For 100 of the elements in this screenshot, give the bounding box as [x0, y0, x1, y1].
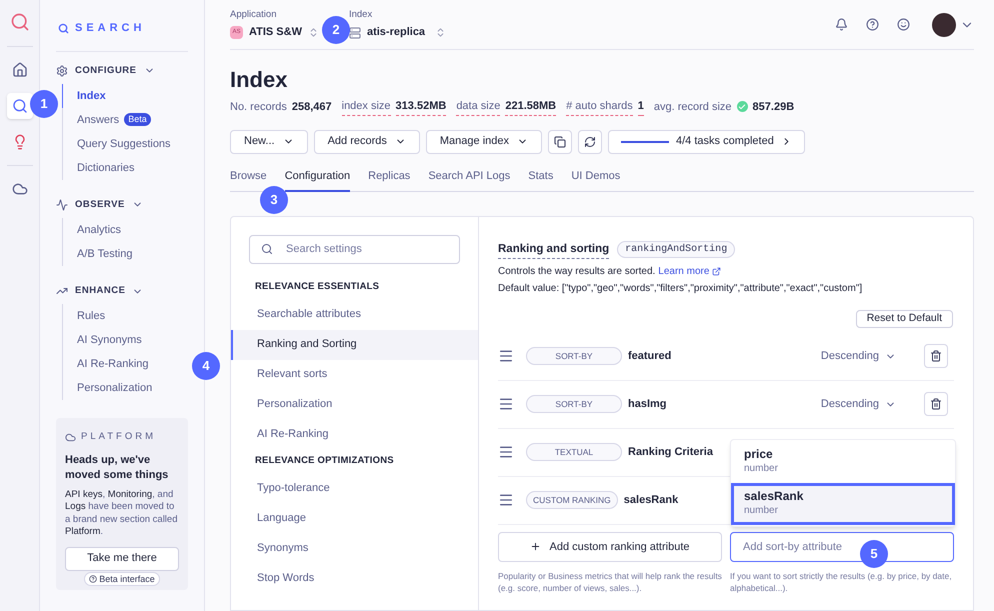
search-icon[interactable] — [6, 93, 32, 119]
server-icon — [348, 26, 361, 39]
stat-value: 857.29B — [752, 100, 794, 114]
card-text: API keys, Monitoring, and Logs have been moved to a brand new section called Platform. — [65, 488, 178, 538]
order-select[interactable]: Descending — [820, 348, 896, 364]
tab[interactable]: UI Demos — [571, 168, 620, 192]
nav-link[interactable]: Query Suggestions — [62, 132, 171, 156]
drag-handle-icon[interactable] — [498, 492, 514, 508]
section-title[interactable]: OBSERVE — [75, 198, 125, 212]
field-label: Index — [348, 8, 374, 22]
settings-nav-item[interactable]: Synonyms — [231, 534, 478, 564]
rule-tag: SORT-BY — [526, 347, 622, 366]
menu-button[interactable]: Add records — [314, 130, 420, 154]
drag-handle-icon[interactable] — [498, 396, 514, 412]
delete-button[interactable] — [924, 392, 948, 416]
nav-link[interactable]: Analytics — [62, 218, 122, 242]
learn-more-link[interactable]: Learn more — [658, 264, 710, 279]
help-icon[interactable] — [866, 18, 879, 31]
drag-handle-icon[interactable] — [498, 348, 514, 364]
help-text: Popularity or Business metrics that will help rank the results (e.g. score, number of views, sales...). — [498, 570, 722, 594]
tab[interactable]: Search API Logs — [428, 168, 510, 192]
help-text: If you want to sort strictly the results (e.g. by price, by date, alphabetical...). — [730, 570, 953, 594]
smiley-icon[interactable] — [897, 18, 910, 31]
nav-link[interactable]: Personalization — [62, 376, 152, 400]
field-label: Application — [230, 8, 278, 22]
setting-code: rankingAndSorting — [617, 241, 736, 258]
stat-value: 313.52MB — [396, 98, 446, 116]
beta-badge: Beta — [124, 113, 151, 126]
section-title[interactable]: ENHANCE — [75, 284, 126, 298]
order-select[interactable]: Descending — [820, 396, 896, 412]
step-marker: 4 — [192, 352, 220, 380]
delete-button[interactable] — [924, 344, 948, 368]
tasks-button[interactable]: 4/4 tasks completed — [608, 130, 805, 154]
group-heading: RELEVANCE OPTIMIZATIONS — [254, 454, 395, 468]
setting-description: Controls the way results are sorted. — [498, 264, 656, 279]
index-selector[interactable]: atis-replica — [348, 24, 446, 41]
menu-button[interactable]: Manage index — [426, 130, 542, 154]
bell-icon[interactable] — [835, 18, 848, 31]
menu-button[interactable]: New... — [230, 130, 308, 154]
settings-nav-item[interactable]: Stop Words — [231, 564, 478, 594]
section-title[interactable]: CONFIGURE — [75, 64, 136, 78]
rule-name: Ranking Criteria — [628, 445, 713, 460]
rule-name: hasImg — [628, 397, 667, 412]
tab[interactable]: Stats — [528, 168, 554, 192]
nav-link[interactable]: AI Re-Ranking — [62, 352, 149, 376]
tab[interactable]: Replicas — [368, 168, 410, 192]
settings-nav-item[interactable]: Ranking and Sorting — [231, 330, 478, 360]
add-attribute-button[interactable]: Add custom ranking attribute — [498, 532, 722, 562]
step-marker: 2 — [322, 16, 350, 44]
cloud-icon — [65, 432, 76, 443]
refresh-icon — [584, 136, 596, 148]
refresh-button[interactable] — [578, 130, 602, 154]
settings-nav-item[interactable]: Language — [231, 504, 478, 534]
plus-icon — [530, 541, 542, 552]
rule-tag: CUSTOM RANKING — [526, 491, 618, 510]
copy-button[interactable] — [548, 130, 572, 154]
take-me-there-button[interactable]: Take me there — [65, 546, 179, 570]
nav-link[interactable]: Rules — [62, 304, 106, 328]
nav-link[interactable]: AI Synonyms — [62, 328, 142, 352]
settings-nav-item[interactable]: AI Re-Ranking — [231, 420, 478, 450]
copy-icon — [554, 136, 566, 148]
stat-label: avg. record size — [654, 100, 732, 114]
platform-brand: PLATFORM — [81, 430, 156, 444]
settings-nav-item[interactable]: Relevant sorts — [231, 360, 478, 390]
trash-icon — [930, 398, 942, 410]
suggestion-option[interactable]: salesRank number — [731, 482, 955, 524]
stat-value: 258,467 — [292, 100, 332, 114]
suggestion-option[interactable]: price number — [731, 440, 955, 482]
step-marker: 3 — [260, 186, 288, 214]
default-value: Default value: ["typo","geo","words","filters","proximity","attribute","exact","custom"] — [498, 282, 864, 296]
rule-tag: TEXTUAL — [526, 443, 622, 462]
nav-link[interactable]: Answers — [62, 108, 120, 132]
settings-nav-item[interactable]: Personalization — [231, 390, 478, 420]
reset-button[interactable]: Reset to Default — [856, 310, 953, 328]
trash-icon — [930, 350, 942, 362]
nav-link[interactable]: Index — [62, 84, 106, 108]
rule-name: salesRank — [624, 493, 678, 508]
settings-nav-item[interactable]: Typo-tolerance — [231, 474, 478, 504]
settings-icon — [56, 64, 68, 77]
pulse-icon — [56, 198, 68, 211]
settings-nav-item[interactable]: Searchable attributes — [231, 300, 478, 330]
setting-title: Ranking and sorting — [498, 240, 610, 259]
search-icon — [261, 242, 273, 254]
nav-link[interactable]: Dictionaries — [62, 156, 134, 180]
stat-value: 1 — [638, 98, 644, 116]
card-heading: Heads up, we've moved some things — [65, 452, 170, 482]
beta-interface-pill[interactable]: Beta interface — [84, 572, 160, 586]
stat-label: No. records — [230, 100, 287, 114]
nav-link[interactable]: A/B Testing — [62, 242, 132, 266]
brand-name: SEARCH — [75, 21, 146, 36]
help-icon — [89, 574, 98, 582]
user-avatar[interactable] — [932, 12, 956, 36]
group-heading: RELEVANCE ESSENTIALS — [254, 280, 380, 294]
search-logo-icon — [58, 22, 69, 34]
drag-handle-icon[interactable] — [498, 444, 514, 460]
stat-label: data size — [456, 98, 500, 116]
stat-label: # auto shards — [566, 98, 633, 116]
external-link-icon — [712, 266, 722, 276]
search-settings-field[interactable]: Search settings — [249, 234, 460, 264]
tab[interactable]: Configuration — [284, 168, 350, 192]
